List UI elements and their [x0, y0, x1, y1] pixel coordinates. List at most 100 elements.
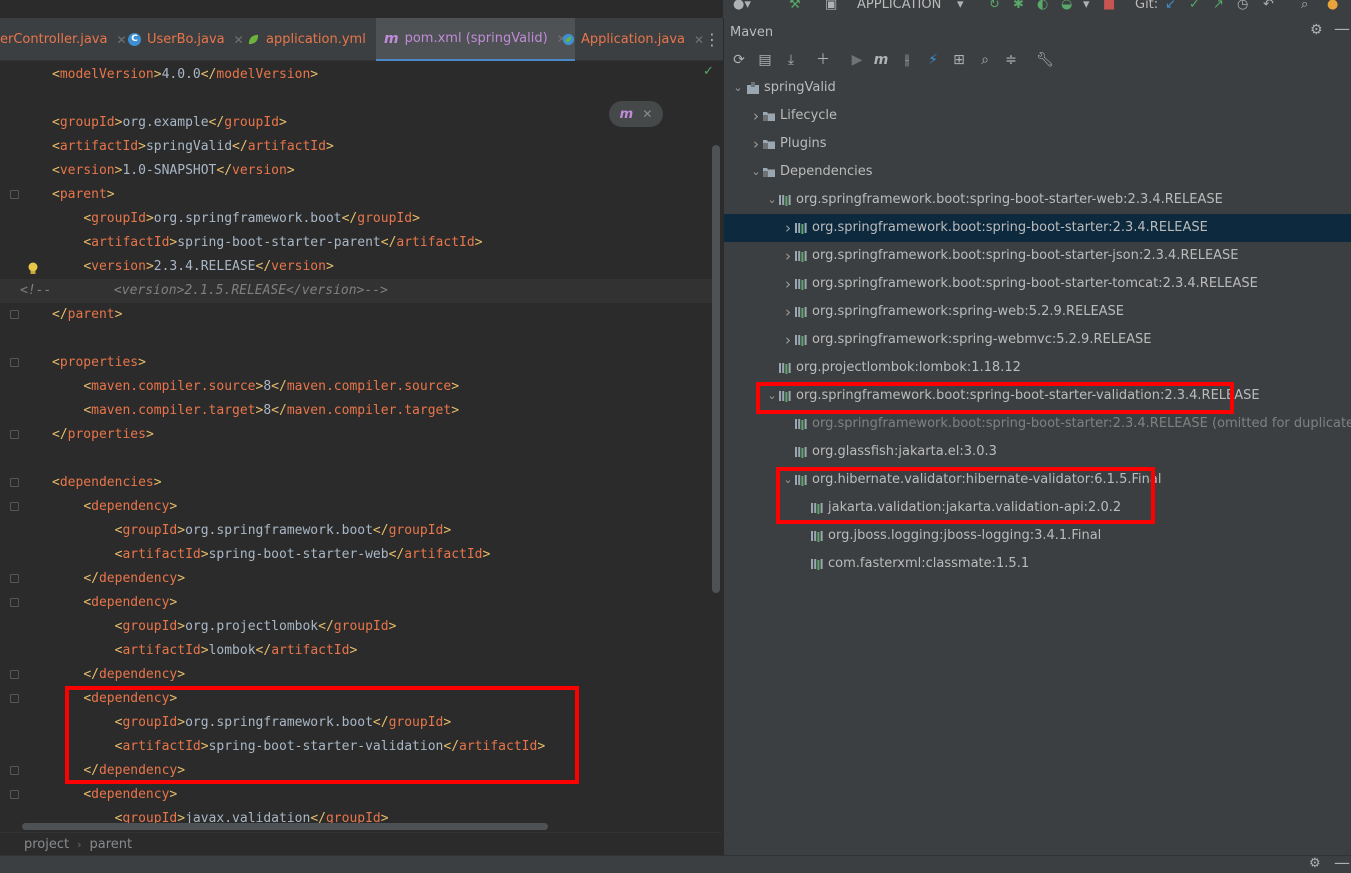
code-line[interactable]: <version>2.3.4.RELEASE</version>	[0, 255, 720, 279]
code-line[interactable]: <maven.compiler.source>8</maven.compiler…	[0, 375, 720, 399]
fold-marker-icon[interactable]	[10, 598, 19, 607]
gear-icon[interactable]: ⚙	[1310, 22, 1323, 38]
toggle-offline-icon[interactable]: ⫲	[898, 51, 916, 69]
run-config-selector[interactable]: APPLICATION	[857, 0, 941, 12]
chevron-right-icon[interactable]: ›	[750, 130, 762, 158]
code-line[interactable]: </properties>	[0, 423, 720, 447]
code-line[interactable]: <artifactId>spring-boot-starter-parent</…	[0, 231, 720, 255]
chevron-down-icon[interactable]: ⌄	[766, 186, 778, 214]
collapse-all-icon[interactable]: ≑	[1002, 51, 1020, 69]
fold-marker-icon[interactable]	[10, 190, 19, 199]
tree-node[interactable]: › org.springframework:spring-web:5.2.9.RE…	[724, 298, 1351, 326]
tree-node[interactable]: › org.springframework:spring-webmvc:5.2.9…	[724, 326, 1351, 354]
breadcrumb-item[interactable]: project	[24, 837, 69, 852]
code-line[interactable]: <version>1.0-SNAPSHOT</version>	[0, 159, 720, 183]
chevron-down-icon[interactable]: ⌄	[732, 74, 744, 102]
close-icon[interactable]: ✕	[642, 107, 652, 121]
add-icon[interactable]: ＋	[814, 51, 832, 69]
fold-marker-icon[interactable]	[10, 574, 19, 583]
code-line[interactable]: </dependency>	[0, 567, 720, 591]
inspection-ok-icon[interactable]: ✓	[703, 64, 714, 79]
reload-icon[interactable]: ⟳	[730, 51, 748, 69]
gear-icon[interactable]: ⚙	[1309, 856, 1321, 871]
code-line[interactable]: <artifactId>spring-boot-starter-web</art…	[0, 543, 720, 567]
wrench-icon[interactable]: 🔧︎	[1036, 51, 1054, 69]
fold-marker-icon[interactable]	[10, 358, 19, 367]
tree-node[interactable]: ⌄ springValid	[724, 74, 1351, 102]
breadcrumb-item[interactable]: parent	[90, 837, 133, 852]
maven-reload-icon[interactable]: m	[620, 107, 634, 122]
git-push-icon[interactable]: ↗	[1213, 0, 1224, 12]
show-dependencies-icon[interactable]: ⊞	[950, 51, 968, 69]
chevron-right-icon[interactable]: ›	[782, 270, 794, 298]
history-icon[interactable]: ◷	[1237, 0, 1248, 12]
code-line[interactable]: <artifactId>springValid</artifactId>	[0, 135, 720, 159]
code-line[interactable]: <dependency>	[0, 783, 720, 807]
download-icon[interactable]: ⤓	[782, 51, 800, 69]
tree-node[interactable]: org.glassfish:jakarta.el:3.0.3	[724, 438, 1351, 466]
tab-application-yml[interactable]: application.yml ✕	[247, 18, 385, 61]
code-line[interactable]: </dependency>	[0, 663, 720, 687]
fold-marker-icon[interactable]	[10, 502, 19, 511]
code-line[interactable]: <groupId>org.springframework.boot</group…	[0, 207, 720, 231]
tree-node[interactable]: › org.springframework.boot:spring-boot-st…	[724, 214, 1351, 242]
code-line[interactable]: <groupId>org.projectlombok</groupId>	[0, 615, 720, 639]
build-hammer-icon[interactable]: ⚒	[789, 0, 801, 12]
fold-marker-icon[interactable]	[10, 310, 19, 319]
chevron-down-icon[interactable]: ▾	[1083, 0, 1090, 12]
code-line[interactable]: <parent>	[0, 183, 720, 207]
debug-icon[interactable]: ✱	[1013, 0, 1024, 12]
fold-marker-icon[interactable]	[10, 766, 19, 775]
run-icon[interactable]: ▶	[848, 51, 866, 69]
tab-user-controller[interactable]: erController.java ✕	[0, 18, 127, 61]
close-icon[interactable]: ✕	[116, 33, 126, 47]
chevron-right-icon[interactable]: ›	[782, 326, 794, 354]
code-line[interactable]: <dependency>	[0, 495, 720, 519]
stop-icon[interactable]: ■	[1103, 0, 1115, 12]
code-line[interactable]: <dependencies>	[0, 471, 720, 495]
code-line[interactable]: </parent>	[0, 303, 720, 327]
fold-marker-icon[interactable]	[10, 670, 19, 679]
tree-node[interactable]: › Plugins	[724, 130, 1351, 158]
chevron-right-icon[interactable]: ›	[782, 298, 794, 326]
tree-node[interactable]: › org.springframework.boot:spring-boot-st…	[724, 242, 1351, 270]
code-line[interactable]: <dependency>	[0, 591, 720, 615]
fold-marker-icon[interactable]	[10, 478, 19, 487]
close-icon[interactable]: ✕	[694, 33, 704, 47]
tab-pom-xml[interactable]: m pom.xml (springValid) ✕	[376, 18, 575, 61]
tree-node[interactable]: › org.springframework.boot:spring-boot-st…	[724, 270, 1351, 298]
user-icon[interactable]: ●▾	[733, 0, 751, 12]
lightbulb-icon[interactable]	[27, 262, 39, 276]
code-line[interactable]: <!-- <version>2.1.5.RELEASE</version>-->	[0, 279, 720, 303]
generate-sources-icon[interactable]: ▤	[756, 51, 774, 69]
chevron-down-icon[interactable]: ▾	[957, 0, 964, 12]
fold-marker-icon[interactable]	[10, 694, 19, 703]
tree-node[interactable]: org.projectlombok:lombok:1.18.12	[724, 354, 1351, 382]
chevron-right-icon[interactable]: ›	[750, 102, 762, 130]
search-icon[interactable]: ⌕	[976, 51, 994, 69]
code-line[interactable]: <maven.compiler.target>8</maven.compiler…	[0, 399, 720, 423]
update-icon[interactable]: ●	[1327, 0, 1338, 12]
close-icon[interactable]: ✕	[234, 33, 244, 47]
tab-application-java[interactable]: Application.java ✕	[562, 18, 704, 61]
tree-node[interactable]: › Lifecycle	[724, 102, 1351, 130]
tree-node[interactable]: ⌄ Dependencies	[724, 158, 1351, 186]
profile-icon[interactable]: ◒	[1061, 0, 1072, 12]
fold-marker-icon[interactable]	[10, 790, 19, 799]
code-line[interactable]: <groupId>org.springframework.boot</group…	[0, 519, 720, 543]
execute-goal-icon[interactable]: m	[872, 51, 890, 69]
horizontal-scrollbar[interactable]	[22, 823, 548, 830]
tree-node[interactable]: org.springframework.boot:spring-boot-sta…	[724, 410, 1351, 438]
tree-node[interactable]: ⌄ org.springframework.boot:spring-boot-st…	[724, 186, 1351, 214]
tree-node[interactable]: com.fasterxml:classmate:1.5.1	[724, 550, 1351, 578]
more-tabs-icon[interactable]: ⋮	[704, 30, 720, 49]
vertical-scrollbar[interactable]	[712, 145, 720, 593]
coverage-icon[interactable]: ◐	[1037, 0, 1048, 12]
rollback-icon[interactable]: ↶	[1263, 0, 1274, 12]
code-line[interactable]: <properties>	[0, 351, 720, 375]
code-line[interactable]	[0, 447, 720, 471]
code-line[interactable]: <modelVersion>4.0.0</modelVersion>	[0, 63, 720, 87]
code-line[interactable]: <artifactId>lombok</artifactId>	[0, 639, 720, 663]
search-icon[interactable]: ⌕	[1301, 0, 1308, 12]
tree-node[interactable]: org.jboss.logging:jboss-logging:3.4.1.Fi…	[724, 522, 1351, 550]
